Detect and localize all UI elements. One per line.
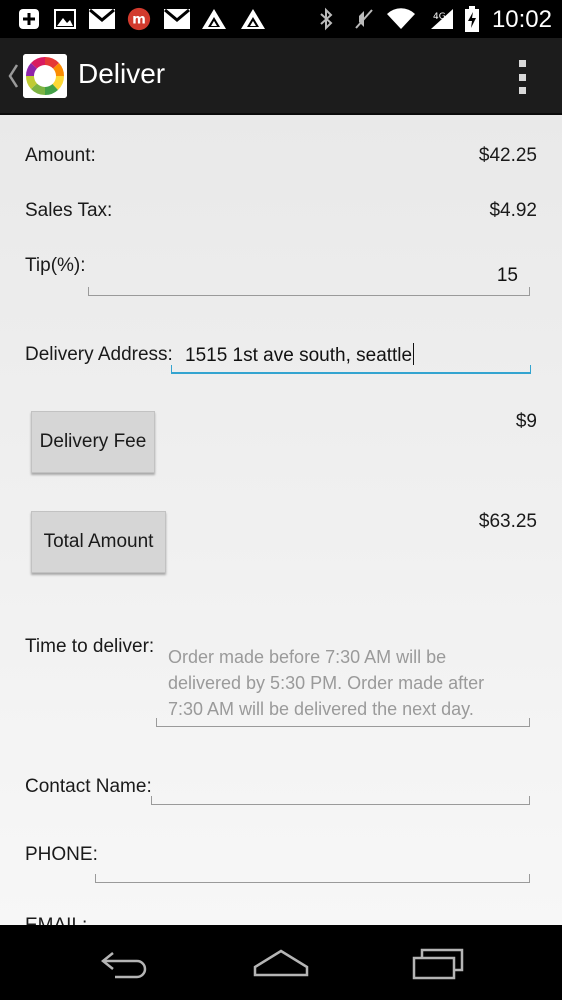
gallery-icon [52,7,78,31]
email-label: EMAIL: [25,915,87,925]
svg-text:4G: 4G [433,12,446,22]
clock: 10:02 [491,6,552,33]
battery-charging-icon [463,6,481,32]
tip-field-value[interactable]: 15 [497,265,518,287]
triangle-app-icon [240,7,266,31]
back-icon[interactable] [95,943,155,983]
time-to-deliver-label: Time to deliver: [25,636,155,657]
total-amount-value: $63.25 [478,511,537,532]
time-to-deliver-hint: Order made before 7:30 AM will be delive… [168,647,485,719]
total-amount-button[interactable]: Total Amount [31,511,166,573]
overflow-menu-icon[interactable] [516,60,528,94]
app-logo[interactable] [23,54,67,98]
tip-label: Tip(%): [25,255,86,276]
status-bar: m 4G 10:02 [0,0,562,38]
up-navigation-icon[interactable] [6,62,20,90]
amount-value: $42.25 [478,145,537,166]
amount-label: Amount: [25,145,96,166]
delivery-fee-button[interactable]: Delivery Fee [31,411,155,473]
delivery-fee-value: $9 [515,411,537,432]
mute-icon [352,7,376,31]
delivery-address-label: Delivery Address: [25,344,173,365]
page-title: Deliver [78,58,166,89]
sales-tax-value: $4.92 [489,200,537,221]
delivery-address-value[interactable]: 1515 1st ave south, seattle [185,345,412,366]
triangle-app-icon [201,7,227,31]
add-box-icon [16,7,42,31]
sales-tax-label: Sales Tax: [25,200,113,221]
signal-icon: 4G [428,7,456,31]
deliver-form: Amount: $42.25 Sales Tax: $4.92 Tip(%): … [0,115,562,925]
gmail-icon [89,7,115,31]
svg-text:m: m [132,13,146,28]
navigation-bar [0,925,562,1000]
home-icon[interactable] [251,943,311,983]
m-app-icon: m [126,7,152,31]
action-bar: Deliver [0,38,562,115]
wifi-icon [386,7,416,31]
contact-name-label: Contact Name: [25,776,152,797]
phone-label: PHONE: [25,844,98,865]
recents-icon[interactable] [408,943,468,983]
bluetooth-icon [316,7,336,31]
text-cursor [413,343,415,365]
gmail-icon [164,7,190,31]
